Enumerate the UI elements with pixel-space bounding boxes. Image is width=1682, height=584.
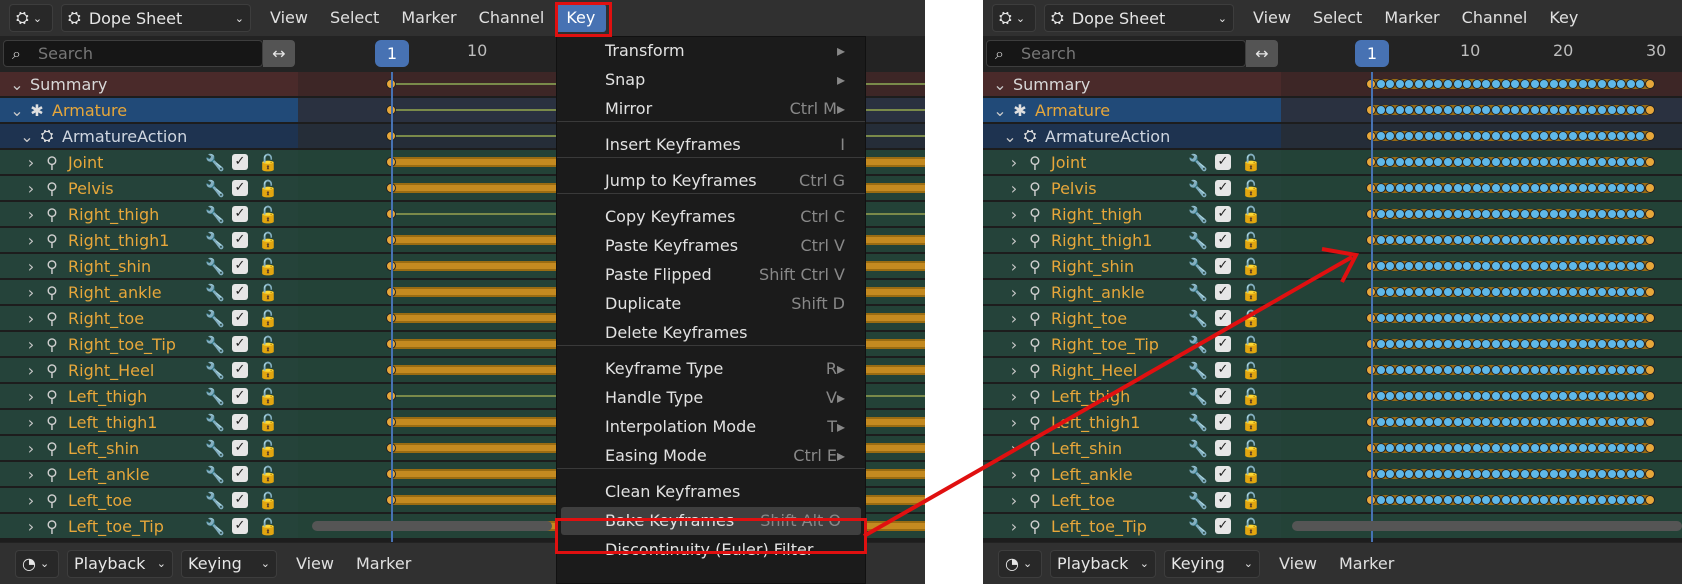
annotation-arrow xyxy=(863,247,1360,538)
arrow-line xyxy=(863,255,1353,538)
